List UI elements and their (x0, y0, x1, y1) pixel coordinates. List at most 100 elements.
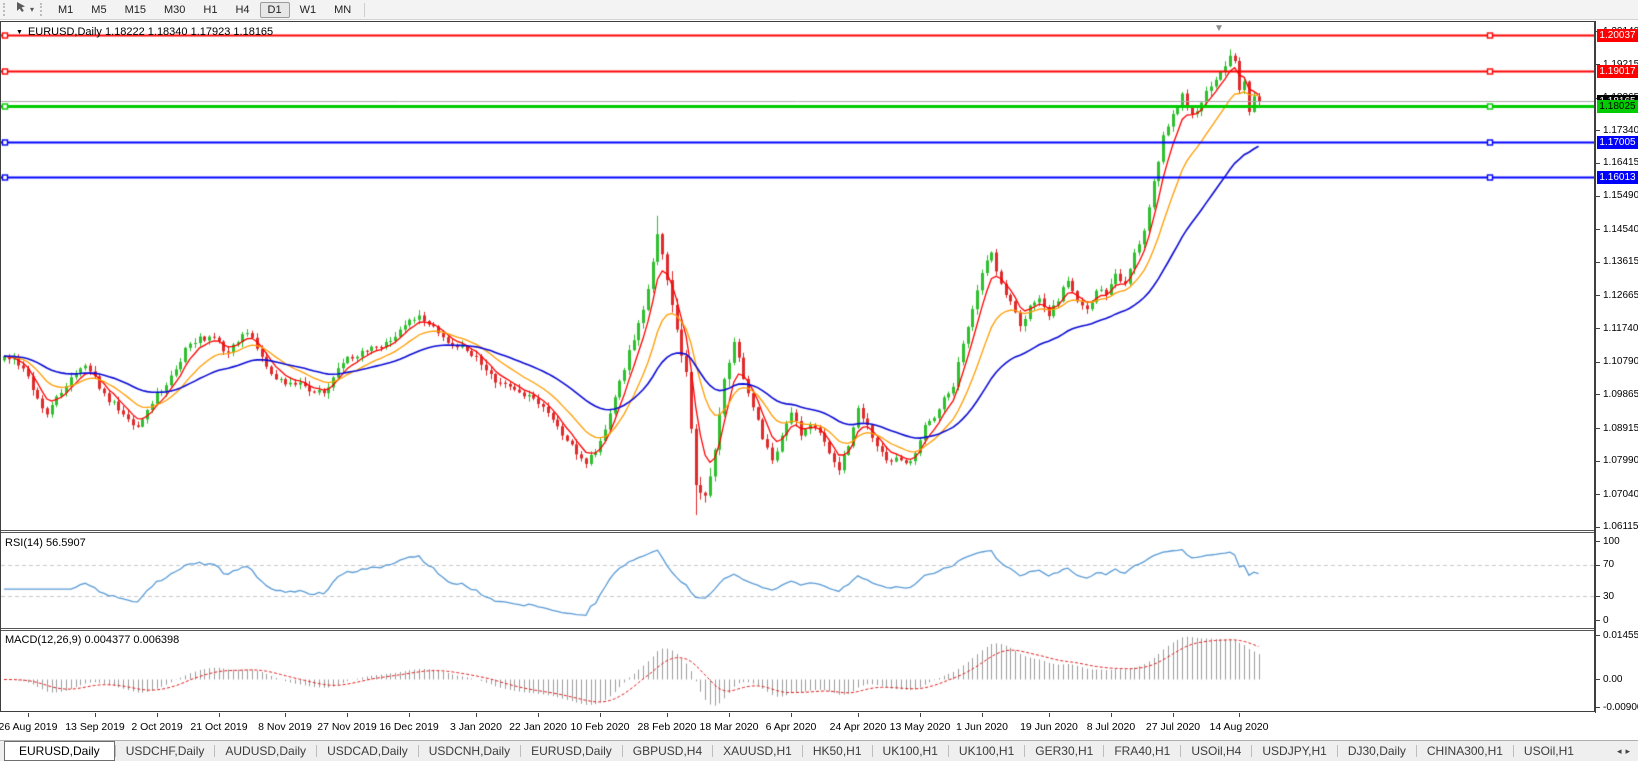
chart-tab-usdcnh-daily[interactable]: USDCNH,Daily (419, 741, 520, 761)
title-arrow-icon: ▼ (16, 29, 23, 36)
tab-scroll-controls: ◂ ▸ (1609, 746, 1638, 757)
rsi-tick-mark (1596, 565, 1600, 566)
chart-tab-eurusd-daily[interactable]: EURUSD,Daily (4, 741, 115, 761)
toolbar-grip[interactable] (40, 3, 44, 16)
date-label: 8 Nov 2019 (258, 721, 312, 733)
chart-tab-eurusd-daily[interactable]: EURUSD,Daily (521, 741, 622, 761)
price-tick-mark (1596, 461, 1600, 462)
date-tick-mark (1239, 713, 1240, 717)
price-tick-mark (1596, 163, 1600, 164)
price-tick-label: 1.11740 (1603, 323, 1638, 334)
timeframe-button-m15[interactable]: M15 (117, 2, 154, 18)
chart-tab-fra40-h1[interactable]: FRA40,H1 (1104, 741, 1180, 761)
date-label: 14 Aug 2020 (1210, 721, 1269, 733)
chart-tab-hk50-h1[interactable]: HK50,H1 (803, 741, 872, 761)
timeframe-button-h1[interactable]: H1 (195, 2, 225, 18)
rsi-indicator-label: RSI(14) 56.5907 (5, 537, 86, 549)
price-axis[interactable]: 1.201401.192151.182651.173401.164151.154… (1595, 21, 1638, 715)
date-tick-mark (858, 713, 859, 717)
price-chart-canvas[interactable] (1, 22, 1594, 530)
price-tick-label: 1.07040 (1603, 489, 1638, 500)
rsi-tick-label: 70 (1603, 559, 1614, 570)
date-label: 8 Jul 2020 (1087, 721, 1135, 733)
timeframe-button-mn[interactable]: MN (326, 2, 359, 18)
scroll-to-end-marker-icon: ▼ (1214, 23, 1224, 34)
tab-scroll-right-icon[interactable]: ▸ (1625, 746, 1630, 757)
chart-tab-xauusd-h1[interactable]: XAUUSD,H1 (713, 741, 802, 761)
timeframe-button-w1[interactable]: W1 (292, 2, 325, 18)
date-label: 3 Jan 2020 (450, 721, 502, 733)
timeframe-button-m30[interactable]: M30 (156, 2, 193, 18)
chart-title-text: EURUSD,Daily 1.18222 1.18340 1.17923 1.1… (28, 26, 273, 38)
date-tick-mark (791, 713, 792, 717)
chart-tab-china300-h1[interactable]: CHINA300,H1 (1417, 741, 1513, 761)
level-price-label: 1.16013 (1597, 171, 1638, 184)
date-label: 22 Jan 2020 (509, 721, 567, 733)
price-tick-mark (1596, 527, 1600, 528)
date-label: 2 Oct 2019 (131, 721, 182, 733)
level-price-label: 1.18025 (1597, 100, 1638, 113)
date-tick-mark (28, 713, 29, 717)
price-tick-label: 1.13615 (1603, 256, 1638, 267)
chart-tab-bar: EURUSD,DailyUSDCHF,DailyAUDUSD,DailyUSDC… (0, 740, 1638, 761)
date-tick-mark (476, 713, 477, 717)
macd-tick-mark (1596, 635, 1600, 636)
macd-pane-canvas[interactable] (1, 631, 1594, 711)
level-price-label: 1.19017 (1597, 65, 1638, 78)
price-tick-label: 1.06115 (1603, 521, 1638, 532)
chart-tab-audusd-daily[interactable]: AUDUSD,Daily (215, 741, 316, 761)
date-label: 27 Nov 2019 (317, 721, 377, 733)
price-tick-label: 1.15490 (1603, 190, 1638, 201)
timeframe-button-h4[interactable]: H4 (227, 2, 257, 18)
date-label: 19 Jun 2020 (1020, 721, 1078, 733)
date-label: 13 May 2020 (890, 721, 951, 733)
tab-scroll-left-icon[interactable]: ◂ (1617, 746, 1622, 757)
chart-tab-uk100-h1[interactable]: UK100,H1 (873, 741, 948, 761)
date-label: 27 Jul 2020 (1146, 721, 1200, 733)
price-tick-mark (1596, 229, 1600, 230)
chart-tab-dj30-daily[interactable]: DJ30,Daily (1338, 741, 1416, 761)
date-tick-mark (219, 713, 220, 717)
timeframe-button-d1[interactable]: D1 (260, 2, 290, 18)
chart-tab-uk100-h1[interactable]: UK100,H1 (949, 741, 1024, 761)
chart-tab-usoil-h4[interactable]: USOil,H4 (1181, 741, 1251, 761)
date-tick-mark (95, 713, 96, 717)
chart-tab-gbpusd-h4[interactable]: GBPUSD,H4 (623, 741, 712, 761)
toolbar-separator (364, 3, 365, 17)
date-label: 13 Sep 2019 (65, 721, 125, 733)
draw-tool-button[interactable]: ▾ (12, 1, 37, 19)
rsi-tick-label: 0 (1603, 615, 1609, 626)
chart-tab-usoil-h1[interactable]: USOil,H1 (1514, 741, 1584, 761)
date-tick-mark (1173, 713, 1174, 717)
chart-tab-usdcad-daily[interactable]: USDCAD,Daily (317, 741, 418, 761)
date-tick-mark (1111, 713, 1112, 717)
date-label: 18 Mar 2020 (700, 721, 759, 733)
price-tick-mark (1596, 196, 1600, 197)
rsi-tick-mark (1596, 541, 1600, 542)
timeframe-button-m5[interactable]: M5 (83, 2, 114, 18)
date-label: 26 Aug 2019 (0, 721, 57, 733)
date-label: 16 Dec 2019 (379, 721, 439, 733)
macd-tick-label: -0.009001 (1603, 702, 1638, 713)
rsi-tick-label: 100 (1603, 536, 1620, 547)
timeframe-button-group: M1M5M15M30H1H4D1W1MN (49, 2, 360, 18)
chart-tab-usdjpy-h1[interactable]: USDJPY,H1 (1252, 741, 1336, 761)
date-tick-mark (729, 713, 730, 717)
rsi-pane-canvas[interactable] (1, 533, 1594, 628)
date-label: 6 Apr 2020 (766, 721, 817, 733)
toolbar-grip[interactable] (3, 3, 7, 16)
crosshair-tool-icon (15, 1, 28, 19)
rsi-tick-label: 30 (1603, 591, 1614, 602)
date-tick-mark (667, 713, 668, 717)
price-tick-label: 1.07990 (1603, 455, 1638, 466)
price-tick-label: 1.10790 (1603, 356, 1638, 367)
chart-title: ▼ EURUSD,Daily 1.18222 1.18340 1.17923 1… (16, 26, 273, 38)
macd-tick-mark (1596, 679, 1600, 680)
timeframe-button-m1[interactable]: M1 (50, 2, 81, 18)
price-tick-mark (1596, 394, 1600, 395)
date-tick-mark (157, 713, 158, 717)
chart-tab-ger30-h1[interactable]: GER30,H1 (1025, 741, 1103, 761)
time-axis[interactable]: 26 Aug 201913 Sep 20192 Oct 201921 Oct 2… (0, 713, 1596, 740)
chart-tab-usdchf-daily[interactable]: USDCHF,Daily (116, 741, 215, 761)
level-price-label: 1.20037 (1597, 29, 1638, 42)
